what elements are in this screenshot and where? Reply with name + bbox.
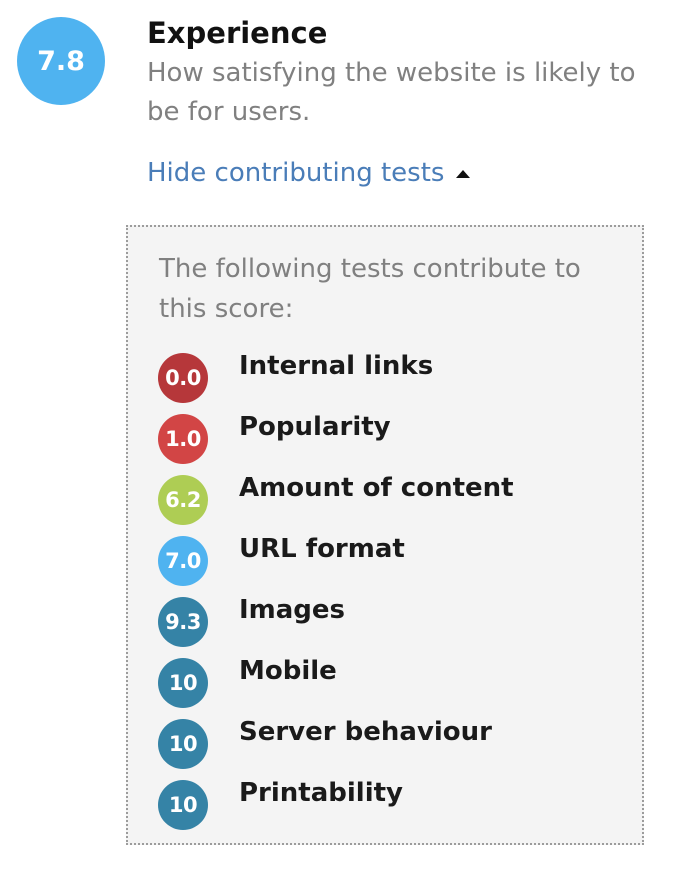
test-score-badge: 9.3 bbox=[158, 597, 208, 647]
test-item-url-format: 7.0 URL format bbox=[158, 534, 628, 597]
test-name: Printability bbox=[239, 778, 403, 808]
test-item-popularity: 1.0 Popularity bbox=[158, 412, 628, 475]
test-name: Images bbox=[239, 595, 346, 625]
test-name: Internal links bbox=[239, 351, 434, 381]
test-name: Amount of content bbox=[239, 473, 514, 503]
experience-score-badge: 7.8 bbox=[17, 17, 105, 105]
test-score-badge: 1.0 bbox=[158, 414, 208, 464]
section-description: How satisfying the website is likely to … bbox=[147, 58, 636, 127]
test-name: Server behaviour bbox=[239, 717, 492, 747]
test-score-badge: 7.0 bbox=[158, 536, 208, 586]
contributing-tests-panel: The following tests contribute to this s… bbox=[126, 225, 644, 845]
toggle-link-label: Hide contributing tests bbox=[147, 158, 445, 188]
test-score-badge: 6.2 bbox=[158, 475, 208, 525]
test-item-amount-of-content: 6.2 Amount of content bbox=[158, 473, 628, 536]
test-score-badge: 10 bbox=[158, 719, 208, 769]
test-name: URL format bbox=[239, 534, 405, 564]
test-name: Popularity bbox=[239, 412, 391, 442]
test-list: 0.0 Internal links 1.0 Popularity 6.2 Am… bbox=[158, 351, 628, 841]
test-score-badge: 0.0 bbox=[158, 353, 208, 403]
test-score-badge: 10 bbox=[158, 658, 208, 708]
hide-contributing-tests-link[interactable]: Hide contributing tests bbox=[147, 154, 471, 192]
caret-up-icon bbox=[456, 170, 471, 178]
test-item-server-behaviour: 10 Server behaviour bbox=[158, 717, 628, 780]
panel-intro-text: The following tests contribute to this s… bbox=[159, 254, 581, 324]
test-item-mobile: 10 Mobile bbox=[158, 656, 628, 719]
test-item-images: 9.3 Images bbox=[158, 595, 628, 658]
test-name: Mobile bbox=[239, 656, 337, 686]
test-item-internal-links: 0.0 Internal links bbox=[158, 351, 628, 414]
test-item-printability: 10 Printability bbox=[158, 778, 628, 841]
test-score-badge: 10 bbox=[158, 780, 208, 830]
section-title: Experience bbox=[147, 16, 328, 50]
